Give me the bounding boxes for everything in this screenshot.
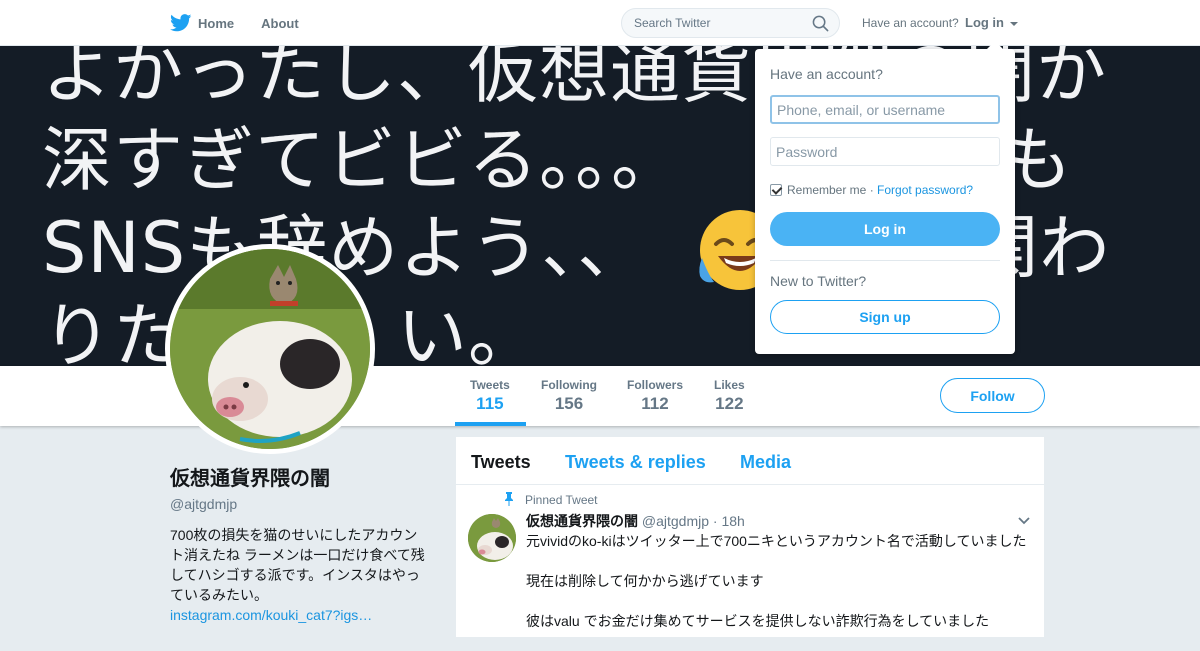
- active-stat-underline: [455, 422, 526, 426]
- tweet-dot: ·: [712, 513, 718, 529]
- pinned-tweet-label: Pinned Tweet: [525, 493, 598, 507]
- forgot-password-link[interactable]: Forgot password?: [877, 183, 973, 197]
- profile-handle[interactable]: @ajtgdmjp: [170, 496, 435, 512]
- tweet-avatar-image: [468, 514, 516, 562]
- follow-button[interactable]: Follow: [940, 378, 1045, 413]
- tweet-author-name[interactable]: 仮想通貨界隈の闇: [526, 513, 638, 529]
- tweet-line: 現在は削除して何かから逃げています: [526, 573, 764, 589]
- tab-tweets-replies[interactable]: Tweets & replies: [565, 452, 706, 473]
- login-button[interactable]: Log in: [770, 212, 1000, 246]
- stat-value: 122: [715, 394, 744, 413]
- search-input[interactable]: [622, 9, 802, 37]
- remember-me-label[interactable]: Remember me: [787, 183, 866, 197]
- tweet-header: 仮想通貨界隈の闇 @ajtgdmjp · 18h: [526, 511, 745, 531]
- timeline-tabs: Tweets Tweets & replies Media: [456, 437, 1044, 485]
- tweet-line: 彼はvalu でお金だけ集めてサービスを提供しない詐欺行為をしていました: [526, 613, 990, 629]
- stat-tweets[interactable]: Tweets 115: [470, 378, 510, 414]
- caret-down-icon: [1009, 21, 1018, 26]
- tab-media[interactable]: Media: [740, 452, 791, 473]
- timeline: Tweets Tweets & replies Media Pinned Twe…: [456, 437, 1044, 637]
- new-to-twitter-text: New to Twitter?: [770, 273, 867, 289]
- stat-label: Followers: [627, 378, 684, 392]
- divider: [770, 260, 1000, 261]
- username-field[interactable]: [770, 95, 1000, 124]
- global-nav: Home About: [170, 0, 326, 46]
- nav-home-link[interactable]: Home: [198, 16, 234, 31]
- pin-icon: [505, 492, 513, 506]
- separator: ·: [866, 183, 878, 197]
- tab-tweets[interactable]: Tweets: [471, 452, 531, 473]
- top-navigation-bar: Home About Have an account? Log in: [0, 0, 1200, 46]
- pig-and-cat-photo: [170, 249, 370, 449]
- stat-following[interactable]: Following 156: [541, 378, 597, 414]
- stat-value: 115: [476, 394, 504, 413]
- login-toggle-label: Log in: [965, 15, 1004, 30]
- nav-about-link[interactable]: About: [261, 16, 299, 31]
- profile-bio: 700枚の損失を猫のせいにしたアカウント消えたね ラーメンは一口だけ食べて残して…: [170, 525, 428, 625]
- signup-button[interactable]: Sign up: [770, 300, 1000, 334]
- dropdown-title: Have an account?: [770, 66, 883, 82]
- stat-likes[interactable]: Likes 122: [714, 378, 745, 414]
- stat-value: 156: [554, 394, 584, 413]
- bio-text: 700枚の損失を猫のせいにしたアカウント消えたね ラーメンは一口だけ食べて残して…: [170, 527, 425, 603]
- login-dropdown: Have an account? Remember me · Forgot pa…: [755, 41, 1015, 354]
- stat-label: Likes: [714, 378, 745, 392]
- search-box: [621, 8, 840, 38]
- stat-followers[interactable]: Followers 112: [627, 378, 683, 414]
- tweet-timestamp[interactable]: 18h: [721, 513, 744, 529]
- remember-me-checkbox[interactable]: [770, 184, 782, 196]
- password-field[interactable]: [770, 137, 1000, 166]
- chevron-down-icon[interactable]: [1018, 517, 1030, 525]
- stat-label: Tweets: [470, 378, 510, 392]
- bio-link[interactable]: instagram.com/kouki_cat7?igs…: [170, 607, 372, 623]
- stat-value: 112: [641, 394, 669, 413]
- profile-avatar[interactable]: [165, 244, 375, 454]
- tweet-author-handle[interactable]: @ajtgdmjp: [642, 513, 709, 529]
- remember-row: Remember me · Forgot password?: [770, 183, 973, 197]
- have-account-text: Have an account?: [862, 16, 959, 30]
- twitter-bird-icon[interactable]: [170, 14, 192, 32]
- tweet-text: 元vividのko-kiはツイッター上で700ニキというアカウント名で活動してい…: [526, 531, 1036, 651]
- search-icon[interactable]: [812, 15, 829, 32]
- dropdown-arrow: [987, 41, 1003, 49]
- stat-label: Following: [541, 378, 597, 392]
- login-dropdown-toggle[interactable]: Log in: [965, 15, 1018, 30]
- profile-name[interactable]: 仮想通貨界隈の闇: [170, 462, 435, 491]
- tweet-line: 元vividのko-kiはツイッター上で700ニキというアカウント名で活動してい…: [526, 533, 1027, 549]
- profile-sidebar: 仮想通貨界隈の闇 @ajtgdmjp 700枚の損失を猫のせいにしたアカウント消…: [170, 462, 435, 625]
- tweet-avatar[interactable]: [468, 514, 516, 562]
